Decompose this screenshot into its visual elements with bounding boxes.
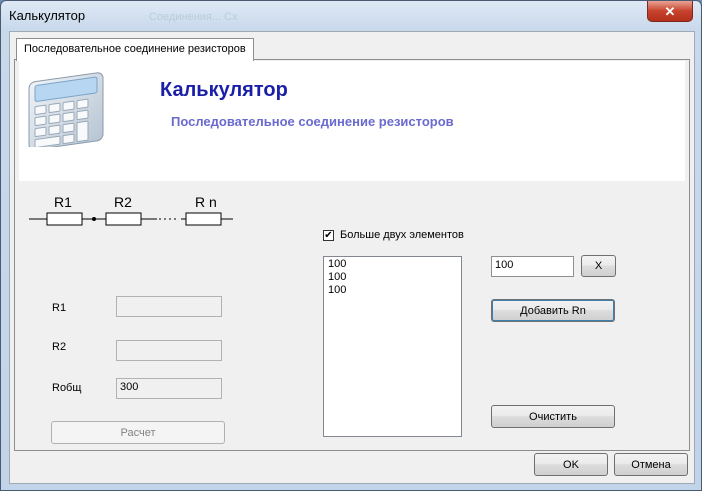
calculate-button[interactable]: Расчет bbox=[51, 421, 225, 444]
cancel-button[interactable]: Отмена bbox=[614, 453, 688, 476]
list-item[interactable]: 100 bbox=[328, 284, 457, 297]
calculator-icon bbox=[28, 72, 104, 147]
diagram-label-r2: R2 bbox=[114, 194, 132, 210]
close-button[interactable]: ✕ bbox=[647, 1, 693, 22]
header-subtitle: Последовательное соединение резисторов bbox=[171, 114, 454, 129]
calculator-window: Калькулятор Соединения... Сх ✕ Последова… bbox=[0, 0, 702, 491]
header-title: Калькулятор bbox=[160, 79, 288, 101]
title-bar[interactable]: Калькулятор Соединения... Сх ✕ bbox=[1, 1, 701, 31]
ok-button[interactable]: OK bbox=[534, 453, 608, 476]
add-rn-button[interactable]: Добавить Rn bbox=[491, 299, 615, 322]
diagram-label-rn: R n bbox=[195, 194, 217, 210]
r1-label: R1 bbox=[52, 302, 67, 314]
rtotal-field[interactable]: 300 bbox=[116, 378, 222, 399]
clear-button[interactable]: Очистить bbox=[491, 405, 615, 428]
header-panel: Калькулятор Последовательное соединение … bbox=[19, 61, 685, 181]
list-item[interactable]: 100 bbox=[328, 258, 457, 271]
more-elements-label: Больше двух элементов bbox=[340, 229, 464, 241]
r2-field[interactable] bbox=[116, 340, 222, 361]
more-elements-checkbox[interactable]: ✔ bbox=[323, 230, 334, 241]
r2-label: R2 bbox=[52, 341, 67, 353]
background-title-ghost: Соединения... Сх bbox=[149, 11, 238, 23]
rn-value-input[interactable]: 100 bbox=[491, 256, 574, 277]
tab-series-resistors[interactable]: Последовательное соединение резисторов bbox=[16, 38, 254, 61]
resistors-listbox[interactable]: 100 100 100 bbox=[323, 256, 462, 437]
close-icon: ✕ bbox=[664, 3, 676, 19]
diagram-label-r1: R1 bbox=[54, 194, 72, 210]
r1-field[interactable] bbox=[116, 296, 222, 317]
checkmark-icon: ✔ bbox=[324, 230, 333, 241]
dialog-client: Последовательное соединение резисторов К… bbox=[9, 31, 695, 484]
window-title: Калькулятор bbox=[9, 8, 86, 23]
series-circuit-diagram: R1 R2 R n bbox=[29, 194, 233, 226]
rtotal-label: Rобщ bbox=[52, 382, 82, 394]
tab-page: Калькулятор Последовательное соединение … bbox=[14, 59, 690, 451]
list-item[interactable]: 100 bbox=[328, 271, 457, 284]
remove-x-button[interactable]: X bbox=[581, 255, 616, 277]
